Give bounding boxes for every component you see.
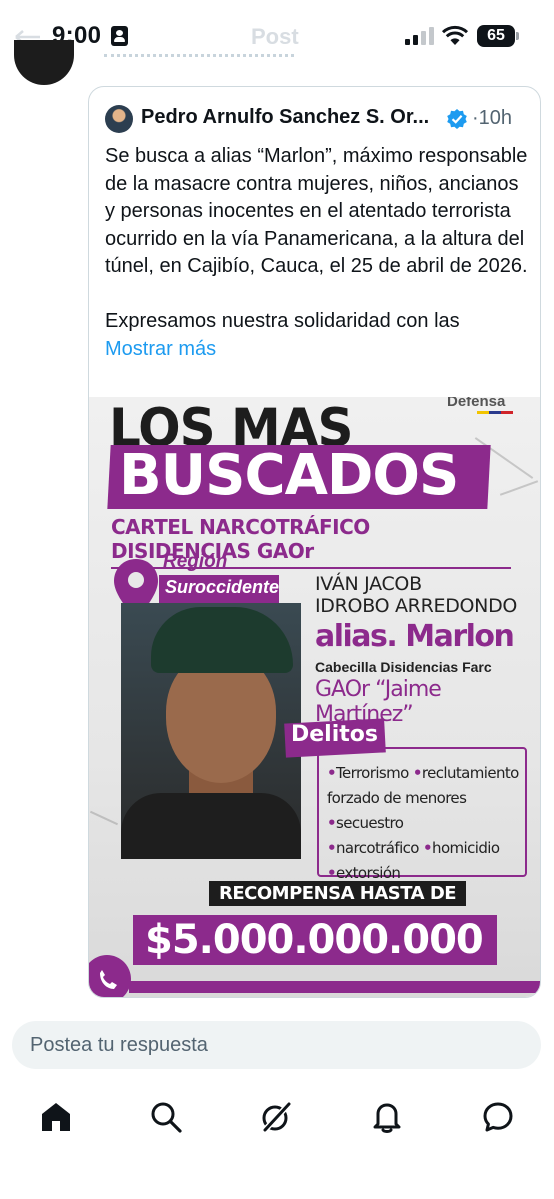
show-more-link[interactable]: Mostrar más <box>105 338 216 360</box>
focus-mode-icon <box>111 26 128 46</box>
suspect-name-line-1: IVÁN JACOB <box>315 573 422 595</box>
search-icon[interactable] <box>149 1100 183 1134</box>
crime-item: Terrorismo <box>336 764 409 782</box>
crime-item: extorsión <box>336 864 401 882</box>
quoted-post-header: Pedro Arnulfo Sanchez S. Or... ·10h <box>105 105 535 133</box>
post-time: ·10h <box>472 107 513 129</box>
delitos-title: Delitos <box>291 722 378 747</box>
crime-item: secuestro <box>336 814 404 832</box>
suspect-alias: alias. Marlon <box>315 619 515 654</box>
page-title: Post <box>251 24 299 49</box>
notifications-icon[interactable] <box>370 1100 404 1134</box>
photo-jacket <box>121 793 301 859</box>
post-paragraph-2-text: Expresamos nuestra solidaridad con las <box>105 310 460 332</box>
reward-amount: $5.000.000.000 <box>145 917 484 963</box>
crime-item: narcotráfico <box>336 839 419 857</box>
parent-post-text <box>104 54 294 66</box>
signal-icon <box>405 27 435 45</box>
home-icon[interactable] <box>39 1100 73 1134</box>
poster-bottom-bar <box>129 981 540 993</box>
grok-icon[interactable] <box>259 1100 293 1134</box>
reply-box[interactable] <box>12 1021 541 1069</box>
flag-stripe <box>477 411 513 414</box>
verified-badge-icon <box>447 109 467 129</box>
crime-item: homicidio <box>432 839 500 857</box>
avatar[interactable] <box>14 40 74 85</box>
post-text: Se busca a alias “Marlon”, máximo respon… <box>105 143 530 363</box>
region-label: Región <box>163 551 228 572</box>
crimes-list: •Terrorismo •reclutamiento forzado de me… <box>317 747 527 882</box>
phone-icon <box>89 955 131 997</box>
wanted-poster-image[interactable]: Defensa LOS MAS BUSCADOS CARTEL NARCOTRÁ… <box>89 397 540 997</box>
photo-beret <box>151 607 293 673</box>
post-time-value: 10h <box>478 107 513 129</box>
post-paragraph-1: Se busca a alias “Marlon”, máximo respon… <box>105 145 528 277</box>
bottom-nav <box>0 1090 554 1142</box>
author-name[interactable]: Pedro Arnulfo Sanchez S. Or... <box>141 106 429 129</box>
region-name: Suroccidente <box>165 577 280 597</box>
post-paragraph-2: Expresamos nuestra solidaridad con las M… <box>105 308 530 363</box>
messages-icon[interactable] <box>481 1100 515 1134</box>
battery-indicator: 65 <box>477 25 519 47</box>
poster-headline-2: BUSCADOS <box>119 443 459 508</box>
poster-defensa-logo: Defensa <box>447 397 506 410</box>
suspect-name-line-2: IDROBO ARREDONDO <box>315 595 518 617</box>
quoted-post-card[interactable]: Pedro Arnulfo Sanchez S. Or... ·10h Se b… <box>88 86 541 998</box>
suspect-role: Cabecilla Disidencias Farc <box>315 659 492 675</box>
reward-label: RECOMPENSA HASTA DE <box>209 881 467 906</box>
reply-input[interactable] <box>30 1021 520 1069</box>
author-avatar[interactable] <box>105 105 133 133</box>
suspect-photo <box>121 603 301 859</box>
wifi-icon <box>441 25 469 45</box>
